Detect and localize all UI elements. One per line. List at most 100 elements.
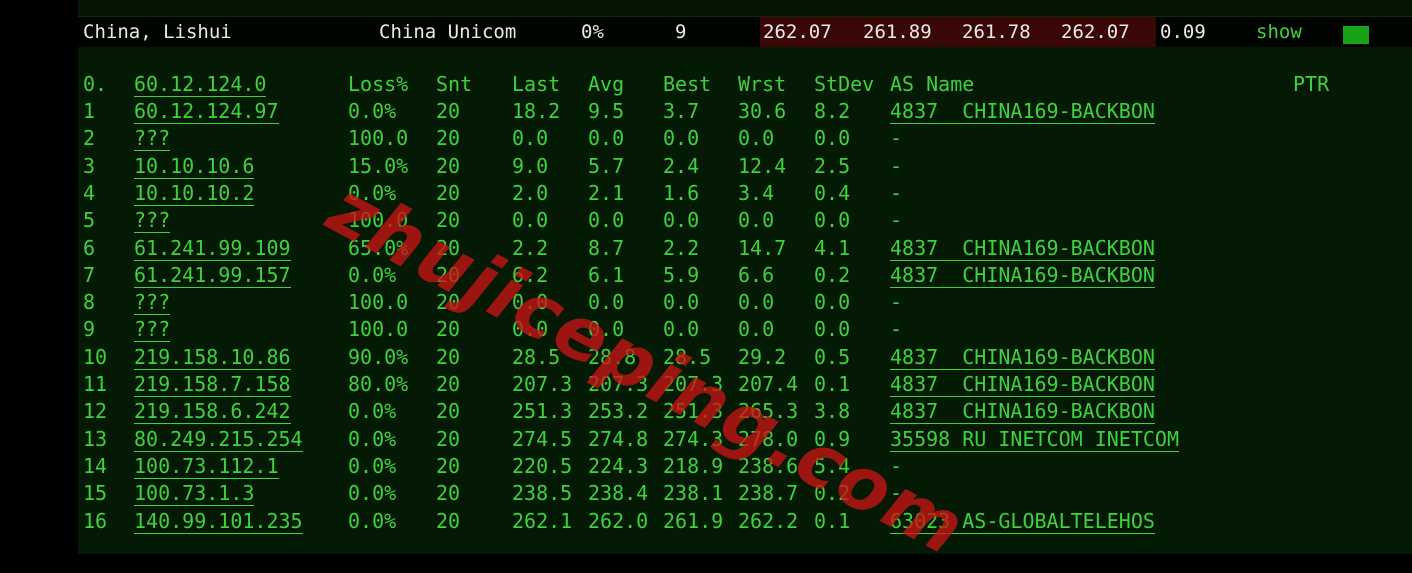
hop-hop: 3 bbox=[83, 153, 96, 178]
hop-ip-link[interactable]: ??? bbox=[134, 126, 171, 152]
hop-avg: 238.4 bbox=[588, 481, 649, 506]
hop-as: - bbox=[890, 317, 903, 342]
hop-stdev: 5.4 bbox=[814, 453, 851, 478]
hop-wrst: 6.6 bbox=[738, 262, 775, 287]
hop-as-link[interactable]: 4837 CHINA169-BACKBON bbox=[890, 345, 1155, 370]
hop-best: 1.6 bbox=[663, 180, 700, 205]
hop-last: 220.5 bbox=[512, 453, 573, 478]
hop-hop: 11 bbox=[83, 372, 108, 396]
hop-best: 274.3 bbox=[663, 426, 724, 451]
hop-stdev: 0.1 bbox=[814, 508, 851, 533]
hop-ip-link[interactable]: ??? bbox=[134, 208, 171, 234]
hop-as-link[interactable]: 35598 RU INETCOM INETCOM bbox=[890, 427, 1179, 452]
hop-as-link[interactable]: 4837 CHINA169-BACKBON bbox=[890, 399, 1155, 425]
hop-avg: 8.7 bbox=[588, 235, 625, 260]
header-snt: Snt bbox=[436, 72, 473, 96]
hop-loss: 80.0% bbox=[348, 372, 409, 396]
hop-as-link[interactable]: 4837 CHINA169-BACKBON bbox=[890, 372, 1155, 397]
hop-ip-link[interactable]: 100.73.1.3 bbox=[134, 481, 255, 507]
hop-ip-link[interactable]: 61.241.99.157 bbox=[134, 263, 291, 288]
hop-stdev: 0.0 bbox=[814, 208, 851, 233]
left-gutter bbox=[0, 0, 78, 554]
hop-loss: 0.0% bbox=[348, 399, 397, 424]
summary-count: 9 bbox=[675, 21, 687, 43]
hop-snt: 20 bbox=[436, 317, 461, 342]
hop-best: 0.0 bbox=[663, 208, 700, 233]
hop-wrst: 0.0 bbox=[738, 126, 775, 151]
summary-location: China, Lishui bbox=[83, 21, 232, 43]
show-toggle-link[interactable]: show bbox=[1256, 21, 1302, 43]
header-ptr: PTR bbox=[1293, 72, 1330, 96]
hop-hop: 16 bbox=[83, 508, 108, 533]
hop-as-link[interactable]: 63023 AS-GLOBALTELEHOS bbox=[890, 509, 1155, 534]
summary-wrst: 262.07 bbox=[1061, 21, 1130, 43]
hop-best: 238.1 bbox=[663, 481, 724, 506]
hop-avg: 0.0 bbox=[588, 317, 625, 342]
hop-last: 2.2 bbox=[512, 235, 549, 260]
hop-best: 0.0 bbox=[663, 317, 700, 342]
hop-hop: 4 bbox=[83, 180, 96, 205]
header-avg: Avg bbox=[588, 72, 625, 96]
hop-as: - bbox=[890, 481, 903, 506]
hop-hop: 5 bbox=[83, 208, 96, 233]
hop-wrst: 29.2 bbox=[738, 344, 787, 369]
hop-last: 207.3 bbox=[512, 372, 573, 396]
hop-ip-link[interactable]: 10.10.10.6 bbox=[134, 154, 255, 179]
hop-ip-link[interactable]: 100.73.112.1 bbox=[134, 454, 279, 479]
hop-stdev: 4.1 bbox=[814, 235, 851, 260]
hop-ip-link[interactable]: 140.99.101.235 bbox=[134, 509, 303, 534]
summary-stdev: 0.09 bbox=[1160, 21, 1206, 43]
hop-stdev: 0.0 bbox=[814, 317, 851, 342]
hop-snt: 20 bbox=[436, 180, 461, 205]
hop-avg: 2.1 bbox=[588, 180, 625, 205]
hop-ip-link[interactable]: 10.10.10.2 bbox=[134, 181, 255, 206]
hop-ip-link[interactable]: 219.158.6.242 bbox=[134, 399, 291, 425]
hop-stdev: 0.0 bbox=[814, 290, 851, 315]
hop-as-link[interactable]: 4837 CHINA169-BACKBON bbox=[890, 99, 1155, 124]
hop-last: 0.0 bbox=[512, 290, 549, 315]
hop-ip-link[interactable]: 219.158.7.158 bbox=[134, 372, 291, 397]
hop-stdev: 0.4 bbox=[814, 180, 851, 205]
hop-loss: 0.0% bbox=[348, 180, 397, 205]
hop-as-link[interactable]: 4837 CHINA169-BACKBON bbox=[890, 236, 1155, 261]
hop-wrst: 207.4 bbox=[738, 372, 799, 396]
summary-avg: 261.89 bbox=[863, 21, 932, 43]
hop-avg: 253.2 bbox=[588, 399, 649, 424]
hop-as-link[interactable]: 4837 CHINA169-BACKBON bbox=[890, 263, 1155, 288]
hop-loss: 0.0% bbox=[348, 508, 397, 533]
hop-loss: 0.0% bbox=[348, 99, 397, 123]
hop-as: - bbox=[890, 290, 903, 315]
hop-last: 251.3 bbox=[512, 399, 573, 424]
header-target-link[interactable]: 60.12.124.0 bbox=[134, 72, 267, 97]
summary-best: 261.78 bbox=[962, 21, 1031, 43]
hop-last: 0.0 bbox=[512, 208, 549, 233]
hop-snt: 20 bbox=[436, 426, 461, 451]
hop-ip-link[interactable]: ??? bbox=[134, 290, 171, 316]
hop-wrst: 12.4 bbox=[738, 153, 787, 178]
hop-loss: 0.0% bbox=[348, 453, 397, 478]
hop-as: - bbox=[890, 180, 903, 205]
hop-hop: 10 bbox=[83, 344, 108, 369]
hop-loss: 90.0% bbox=[348, 344, 409, 369]
hop-best: 2.2 bbox=[663, 235, 700, 260]
hop-avg: 274.8 bbox=[588, 426, 649, 451]
hop-stdev: 0.9 bbox=[814, 426, 851, 451]
hop-as: - bbox=[890, 453, 903, 478]
hop-last: 6.2 bbox=[512, 262, 549, 287]
hop-ip-link[interactable]: ??? bbox=[134, 317, 171, 343]
summary-last: 262.07 bbox=[763, 21, 832, 43]
hop-snt: 20 bbox=[436, 153, 461, 178]
hop-snt: 20 bbox=[436, 235, 461, 260]
hop-wrst: 238.6 bbox=[738, 453, 799, 478]
hop-best: 5.9 bbox=[663, 262, 700, 287]
hop-wrst: 278.0 bbox=[738, 426, 799, 451]
hop-avg: 224.3 bbox=[588, 453, 649, 478]
hop-wrst: 0.0 bbox=[738, 317, 775, 342]
hop-ip-link[interactable]: 219.158.10.86 bbox=[134, 345, 291, 370]
hop-ip-link[interactable]: 61.241.99.109 bbox=[134, 236, 291, 261]
hop-ip-link[interactable]: 60.12.124.97 bbox=[134, 99, 279, 124]
hop-snt: 20 bbox=[436, 372, 461, 396]
hop-ip-link[interactable]: 80.249.215.254 bbox=[134, 427, 303, 452]
summary-isp: China Unicom bbox=[379, 21, 517, 43]
hop-avg: 0.0 bbox=[588, 290, 625, 315]
